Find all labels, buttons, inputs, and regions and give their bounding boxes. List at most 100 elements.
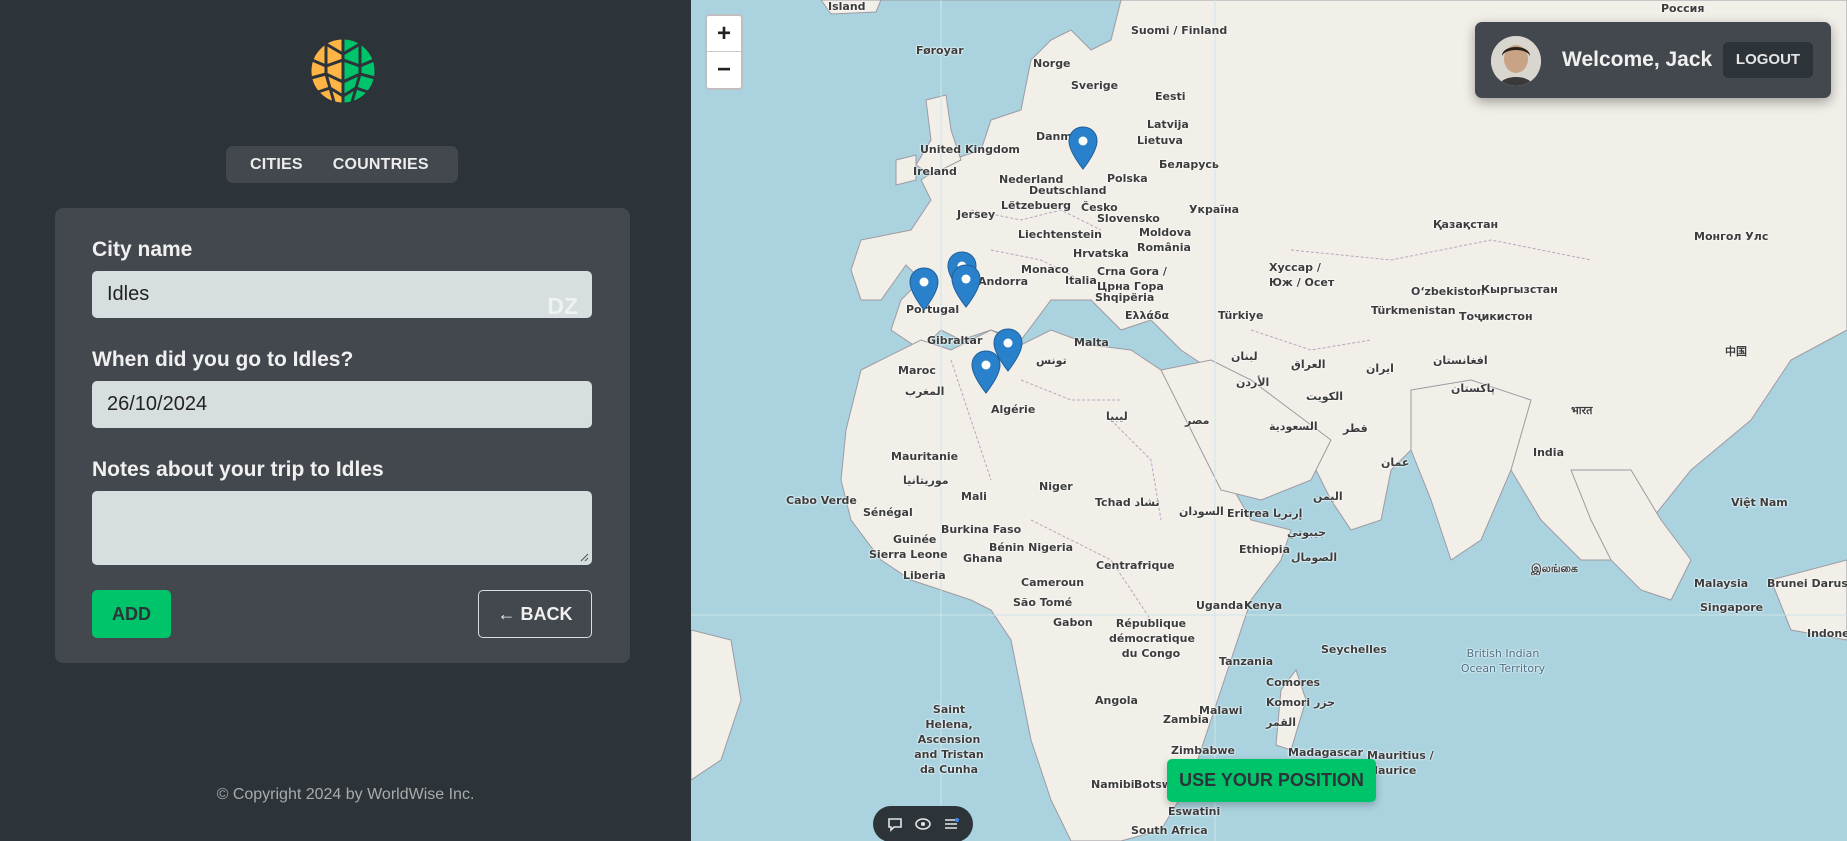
map-marker-icon[interactable] xyxy=(1068,126,1098,170)
map-label: لبنان xyxy=(1231,350,1258,363)
map-label: Hrvatska xyxy=(1073,247,1129,260)
worldwise-logo-icon[interactable] xyxy=(308,36,378,106)
logout-button[interactable]: LOGOUT xyxy=(1723,42,1813,78)
map-label: Lëtzebuerg xyxy=(1001,199,1072,212)
map-label: Sierra Leone xyxy=(869,548,948,561)
map-label: Saint Helena, Ascension and Tristan da C… xyxy=(914,703,984,776)
map-label: تونس xyxy=(1036,354,1067,367)
map-label: Беларусь xyxy=(1159,158,1219,171)
date-input[interactable]: 26/10/2024 xyxy=(92,381,592,428)
map-label: Ethiopia xyxy=(1239,543,1290,556)
map-label: România xyxy=(1137,241,1191,254)
map-label: جيبوتي xyxy=(1287,526,1327,539)
use-your-position-button[interactable]: USE YOUR POSITION xyxy=(1167,759,1376,802)
map-label: السودان xyxy=(1179,505,1224,518)
map-label: Tanzania xyxy=(1219,655,1274,668)
map-label: Seychelles xyxy=(1321,643,1387,656)
resize-grip-icon[interactable] xyxy=(579,552,589,562)
map-label: Gabon xyxy=(1053,616,1093,629)
map-label: الأردن xyxy=(1236,376,1270,389)
map-label: Bénin Nigeria xyxy=(989,541,1074,554)
notes-label: Notes about your trip to Idles xyxy=(92,458,384,481)
map-label: 中国 xyxy=(1725,345,1747,358)
map-label: Uganda xyxy=(1196,599,1244,612)
map-label: Тоҷикистон xyxy=(1459,310,1533,323)
map-label: Хуссар / Юж / Осет xyxy=(1269,261,1335,289)
eye-icon[interactable] xyxy=(914,815,932,833)
map-label: Mali xyxy=(961,490,987,503)
map-label: Suomi / Finland xyxy=(1131,24,1228,37)
map-label: Ireland xyxy=(913,165,957,178)
user-panel: Welcome, Jack LOGOUT xyxy=(1475,22,1831,98)
tab-countries[interactable]: COUNTRIES xyxy=(327,146,453,183)
map-marker-icon[interactable] xyxy=(971,350,1001,394)
map-label: Deutschland xyxy=(1029,184,1107,197)
copyright-text: © Copyright 2024 by WorldWise Inc. xyxy=(216,786,475,803)
map-label: Danm xyxy=(1036,130,1072,143)
zoom-in-button[interactable]: + xyxy=(707,16,741,52)
map-label: Madagascar xyxy=(1288,746,1363,759)
map-label: Crna Gora / Црна Гора xyxy=(1097,265,1167,293)
map-label: ليبيا xyxy=(1106,410,1128,423)
map-label: Eesti xyxy=(1155,90,1186,103)
map-label: Cabo Verde xyxy=(786,494,857,507)
map-label: Singapore xyxy=(1700,601,1764,614)
city-name-label: City name xyxy=(92,238,193,261)
back-button[interactable]: ← BACK xyxy=(478,590,592,638)
map-label: Niger xyxy=(1039,480,1073,493)
map-label: Italia xyxy=(1065,274,1097,287)
zoom-out-button[interactable]: − xyxy=(707,52,741,88)
map-label: Comores Komori جزر القمر xyxy=(1266,676,1336,729)
notes-textarea[interactable] xyxy=(92,491,592,565)
map-label: Angola xyxy=(1095,694,1138,707)
map-label: Tchad تشاد xyxy=(1095,496,1160,509)
map-marker-icon[interactable] xyxy=(909,267,939,311)
map-label: الكويت xyxy=(1306,390,1343,403)
map-label: Malawi xyxy=(1199,704,1243,717)
map-label: Island xyxy=(828,0,866,13)
map-label: العراق xyxy=(1291,358,1326,371)
map-label: Centrafrique xyxy=(1096,559,1175,572)
map-label: Moldova xyxy=(1139,226,1192,239)
map-label: Việt Nam xyxy=(1731,496,1788,509)
map-label: Liberia xyxy=(903,569,946,582)
map-label: Polska xyxy=(1107,172,1148,185)
map-label: Монгол Улс xyxy=(1694,230,1769,243)
map-label: Malaysia xyxy=(1694,577,1749,590)
map-label: Україна xyxy=(1189,203,1240,216)
map-marker-icon[interactable] xyxy=(951,264,981,308)
map-label: Andorra xyxy=(978,275,1029,288)
chat-icon[interactable] xyxy=(886,815,904,833)
map[interactable]: Island Россия Suomi / Finland Føroyar No… xyxy=(691,0,1847,841)
map-label: India xyxy=(1533,446,1564,459)
map-label: Eritrea إرتريا xyxy=(1227,507,1303,520)
map-label: Slovensko xyxy=(1097,212,1160,225)
map-label: Algérie xyxy=(991,403,1036,416)
map-label: South Africa xyxy=(1131,824,1208,837)
map-label: British Indian Ocean Territory xyxy=(1460,647,1546,675)
map-label: Liechtenstein xyxy=(1018,228,1103,241)
map-label: O‘zbekiston xyxy=(1411,285,1485,298)
map-label: United Kingdom xyxy=(920,143,1020,156)
map-label: São Tomé xyxy=(1013,596,1073,609)
map-label: المغرب xyxy=(905,385,945,398)
map-label: Maroc xyxy=(898,364,936,377)
map-label: افغانستان xyxy=(1433,354,1488,367)
map-label: भारत xyxy=(1571,404,1593,417)
map-label: Kenya xyxy=(1244,599,1283,612)
date-value: 26/10/2024 xyxy=(107,393,208,415)
city-name-input[interactable]: Idles DZ xyxy=(92,271,592,319)
add-button[interactable]: ADD xyxy=(92,590,171,638)
map-label: Latvija xyxy=(1147,118,1189,131)
sidebar: CITIES COUNTRIES City name Idles DZ When… xyxy=(0,0,691,841)
map-label: République démocratique du Congo xyxy=(1109,617,1195,660)
tab-cities[interactable]: CITIES xyxy=(226,146,327,183)
map-label: Norge xyxy=(1033,57,1071,70)
map-label: اليمن xyxy=(1313,490,1343,503)
country-flag-code: DZ xyxy=(547,293,578,319)
map-label: Türkiye xyxy=(1218,309,1264,322)
map-label: Қазақстан xyxy=(1433,218,1499,231)
menu-icon[interactable] xyxy=(942,815,960,833)
map-label: Monaco xyxy=(1021,263,1069,276)
map-label: Sverige xyxy=(1071,79,1119,92)
